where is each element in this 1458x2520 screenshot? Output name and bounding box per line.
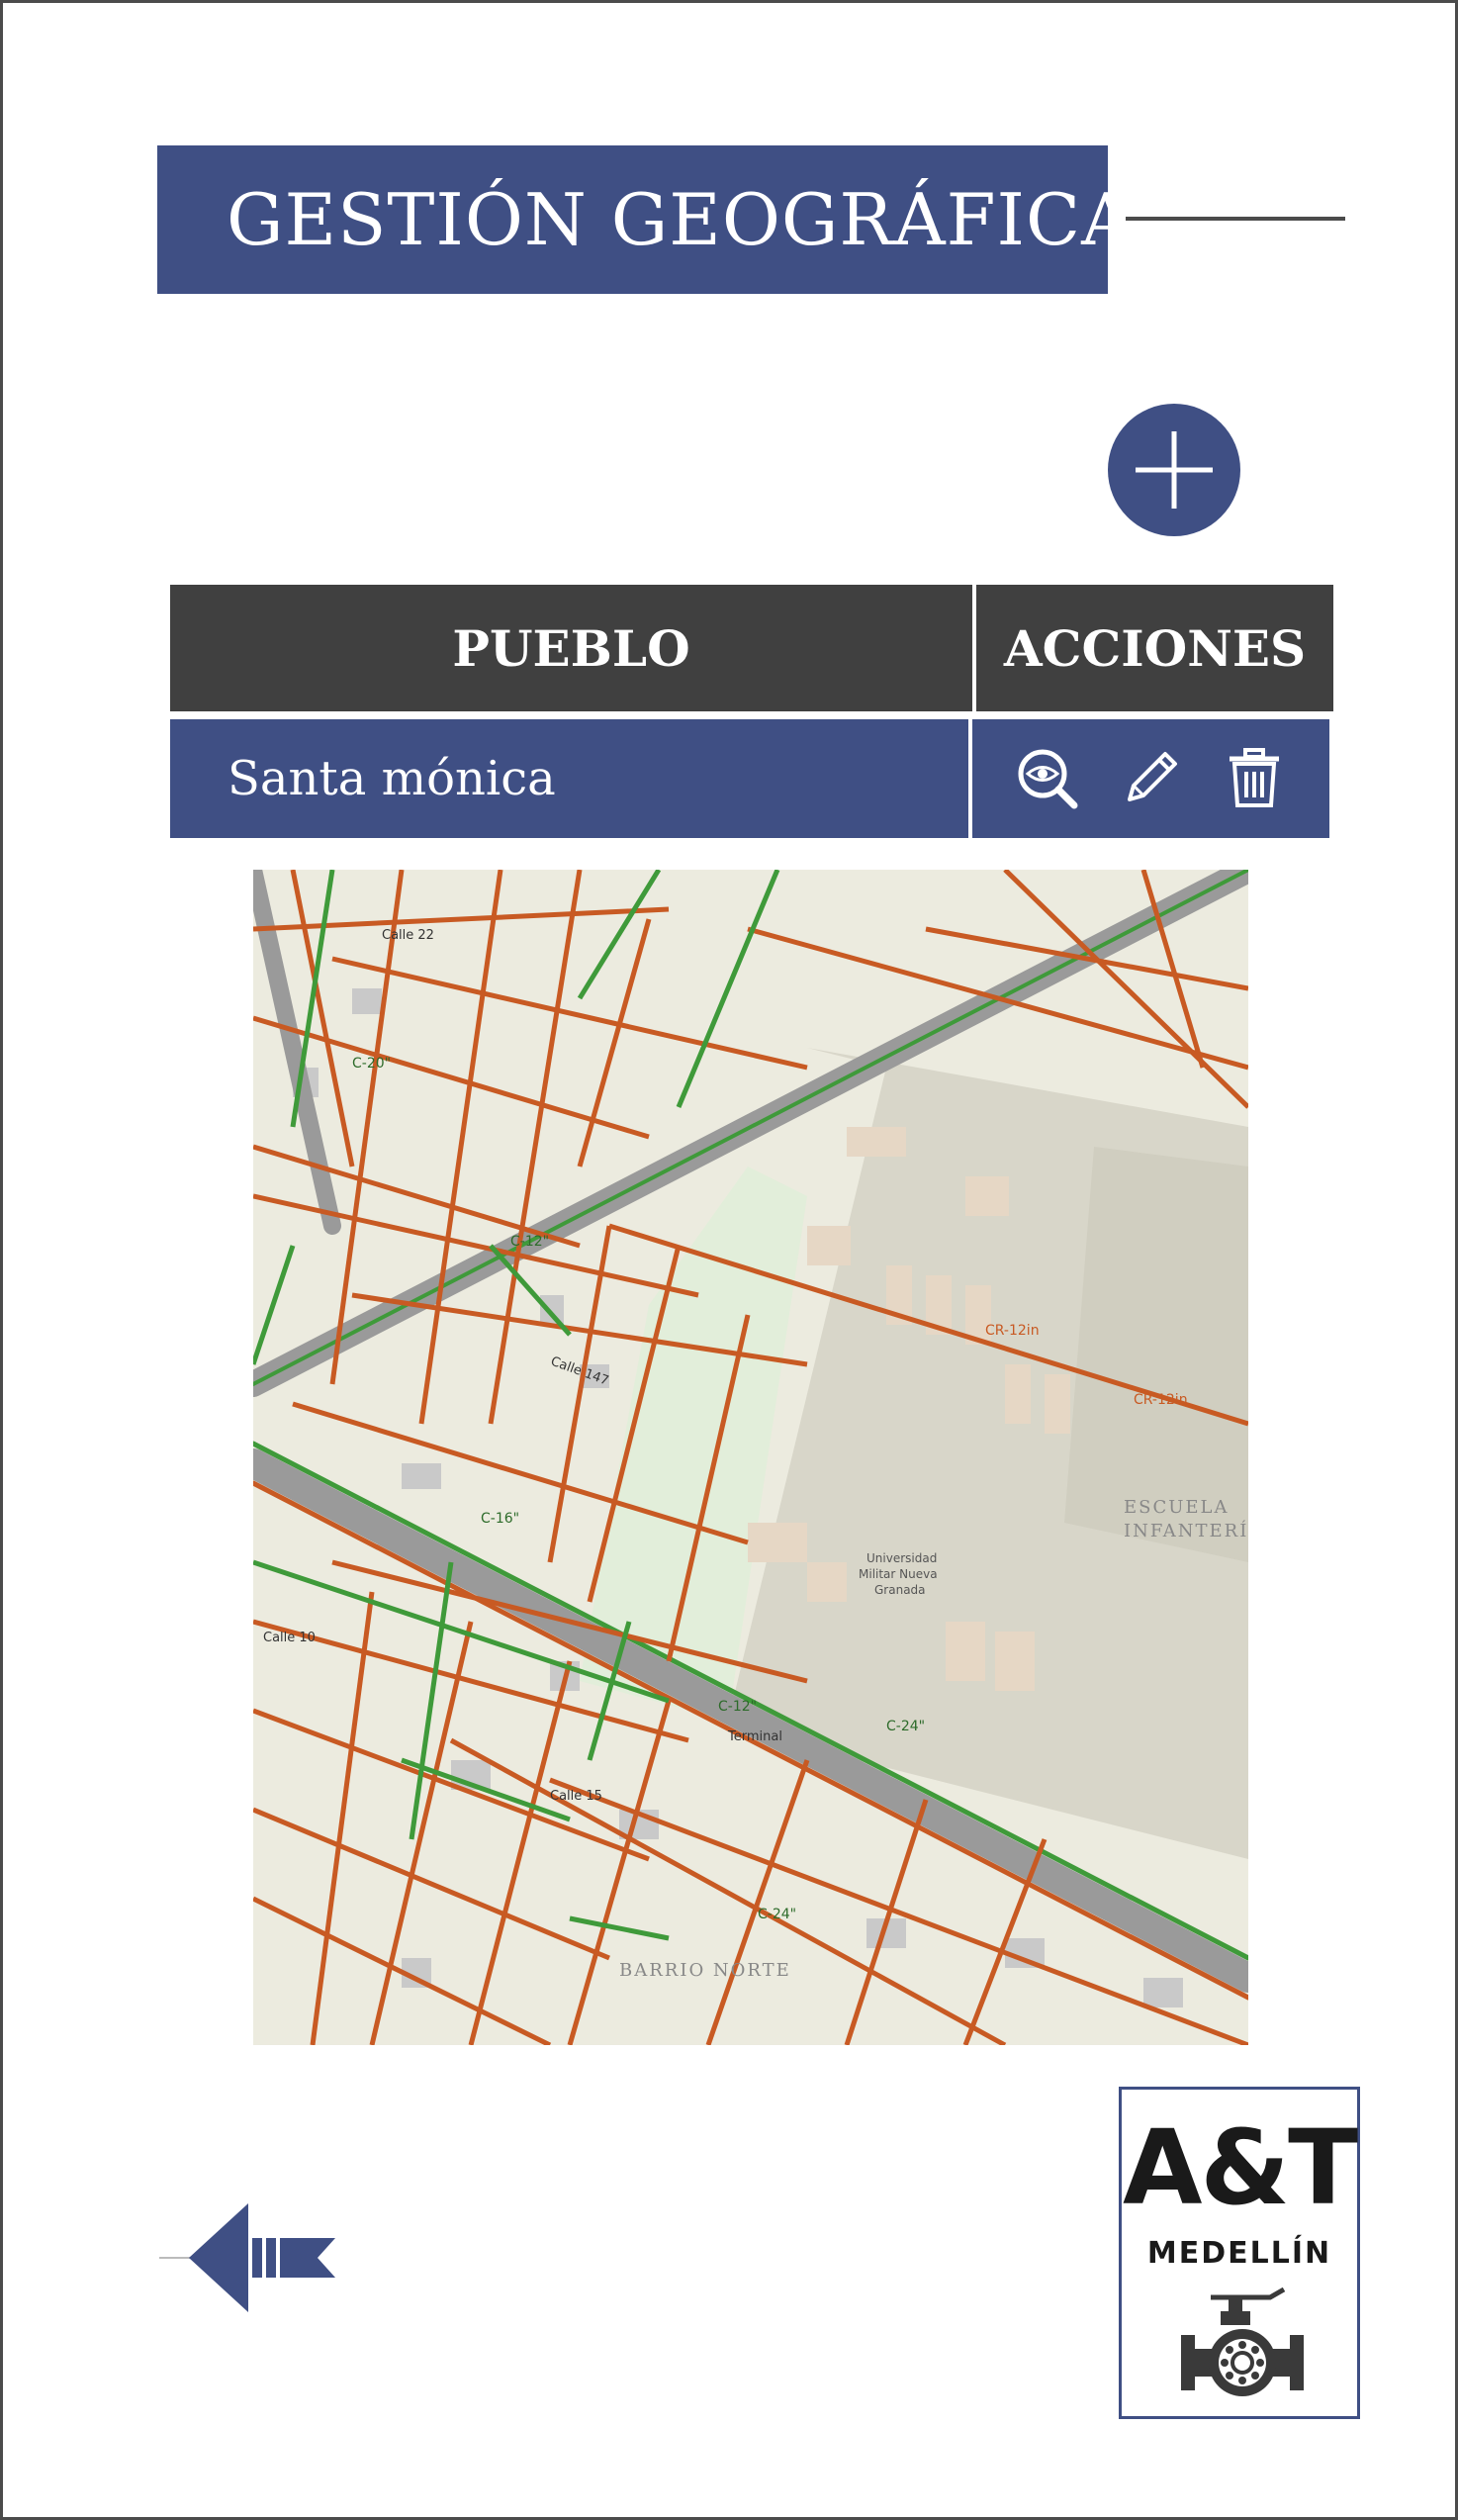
svg-text:C-16": C-16" [481, 1511, 519, 1527]
svg-text:C-24": C-24" [886, 1719, 925, 1734]
view-icon[interactable] [1013, 744, 1082, 813]
app-frame: GESTIÓN GEOGRÁFICA PUEBLO ACCIONES Santa… [0, 0, 1458, 2520]
svg-text:BARRIO NORTE: BARRIO NORTE [619, 1960, 791, 1981]
svg-text:Militar Nueva: Militar Nueva [859, 1567, 938, 1581]
table-header: PUEBLO ACCIONES [170, 585, 1333, 711]
network-map[interactable]: Universidad Militar Nueva Granada ESCUEL… [253, 870, 1248, 2045]
svg-text:Universidad: Universidad [866, 1551, 937, 1565]
page-title: GESTIÓN GEOGRÁFICA [227, 178, 1135, 261]
page-title-bar: GESTIÓN GEOGRÁFICA [157, 145, 1133, 294]
svg-text:CR-12in: CR-12in [985, 1323, 1040, 1339]
svg-text:C-12": C-12" [510, 1234, 549, 1250]
svg-text:Granada: Granada [874, 1583, 926, 1597]
svg-text:Calle 15: Calle 15 [550, 1789, 602, 1804]
title-divider [1126, 217, 1345, 221]
back-button[interactable] [159, 2193, 337, 2322]
svg-text:Calle 22: Calle 22 [382, 928, 434, 943]
table-row: Santa mónica [170, 719, 1333, 838]
back-arrow-icon [159, 2203, 335, 2312]
column-header-pueblo: PUEBLO [170, 585, 976, 711]
row-actions [972, 719, 1329, 838]
company-logo: A&T MEDELLÍN [1119, 2087, 1360, 2419]
pueblo-table: PUEBLO ACCIONES Santa mónica [170, 585, 1333, 838]
add-button[interactable] [1108, 404, 1240, 536]
svg-text:C-20": C-20" [352, 1056, 391, 1072]
pueblo-name: Santa mónica [170, 719, 972, 838]
svg-text:INFANTERÍA: INFANTERÍA [1124, 1519, 1248, 1541]
svg-text:ESCUELA: ESCUELA [1124, 1497, 1230, 1518]
logo-subtitle: MEDELLÍN [1146, 2236, 1332, 2271]
map-canvas: Universidad Militar Nueva Granada ESCUEL… [253, 870, 1248, 2045]
logo-title: A&T [1122, 2107, 1358, 2228]
plus-icon [1136, 431, 1213, 509]
svg-text:Calle 10: Calle 10 [263, 1631, 316, 1645]
edit-icon[interactable] [1116, 744, 1185, 813]
svg-text:C-24": C-24" [758, 1907, 796, 1922]
svg-text:Terminal: Terminal [727, 1729, 782, 1744]
svg-text:C-12": C-12" [718, 1699, 757, 1715]
column-header-acciones: ACCIONES [976, 585, 1333, 711]
valve-icon [1181, 2287, 1304, 2396]
delete-icon[interactable] [1220, 744, 1289, 813]
svg-text:CR-12in: CR-12in [1134, 1392, 1188, 1408]
